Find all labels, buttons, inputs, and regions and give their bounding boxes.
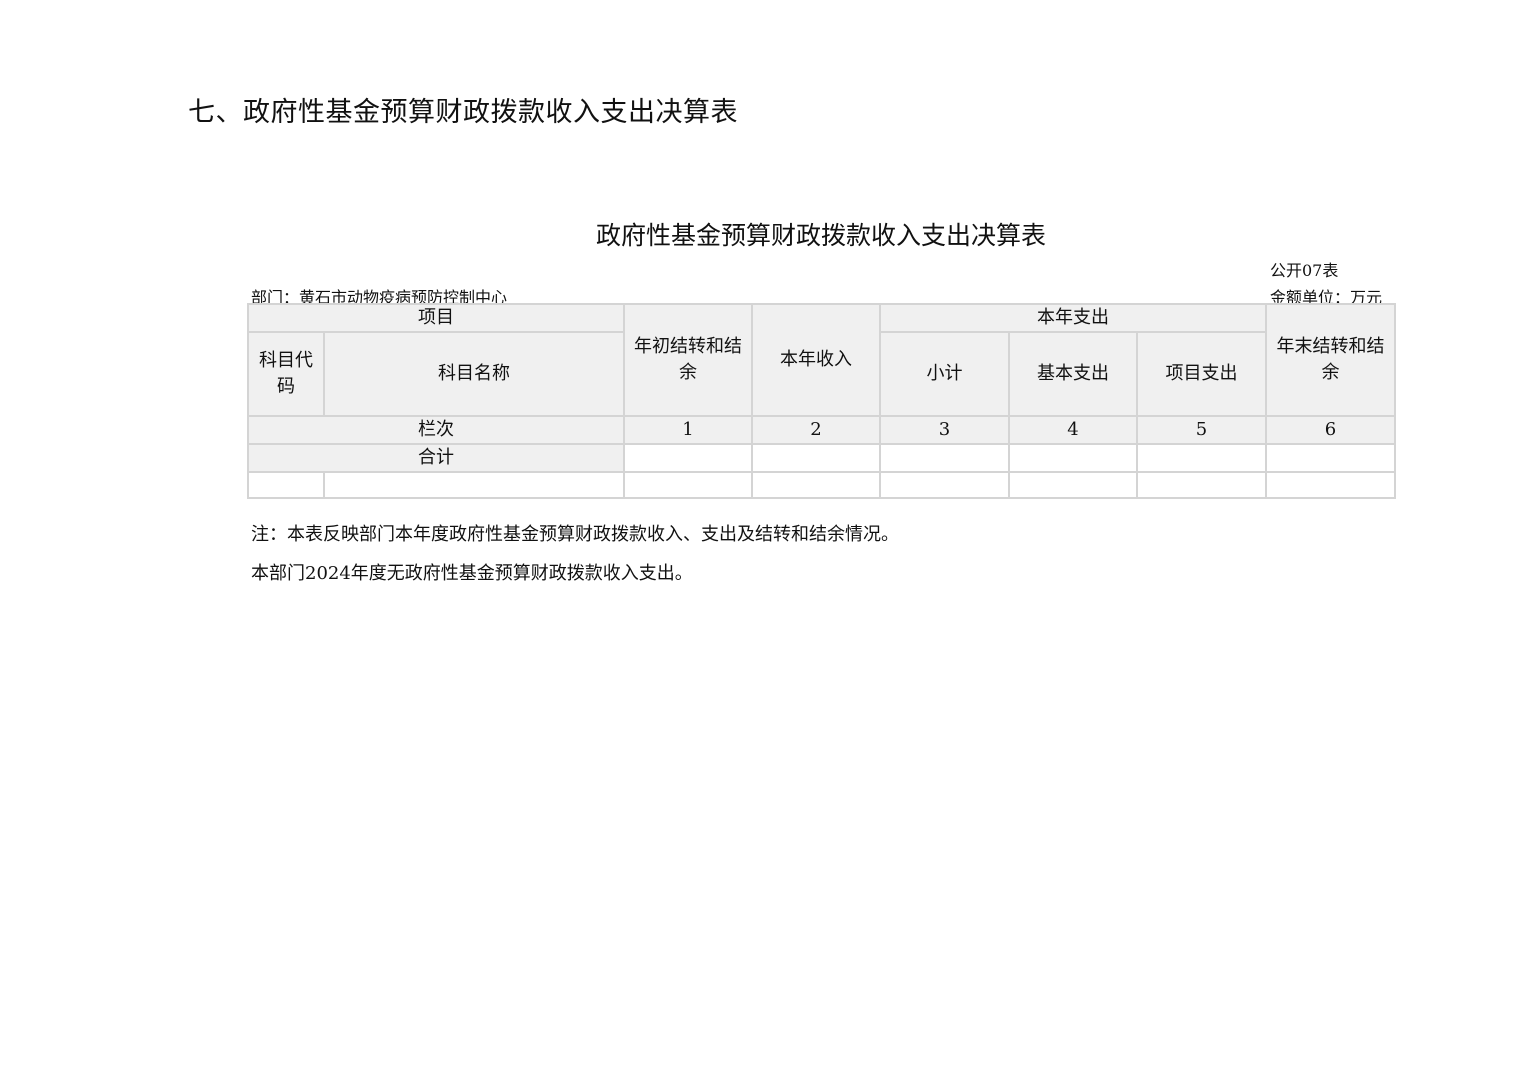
header-closing-balance: 年末结转和结余 xyxy=(1265,303,1397,417)
header-project: 项目 xyxy=(247,303,625,333)
column-number: 5 xyxy=(1135,415,1268,445)
column-number-label: 栏次 xyxy=(247,415,625,445)
empty-cell xyxy=(1135,471,1268,499)
table-note: 注：本表反映部门本年度政府性基金预算财政拨款收入、支出及结转和结余情况。 xyxy=(251,524,899,545)
empty-cell xyxy=(751,471,881,499)
total-cell xyxy=(751,443,881,473)
total-cell xyxy=(1265,443,1397,473)
header-project-expense: 项目支出 xyxy=(1135,331,1268,417)
header-basic-expense: 基本支出 xyxy=(1008,331,1138,417)
total-cell xyxy=(879,443,1010,473)
no-data-note: 本部门2024年度无政府性基金预算财政拨款收入支出。 xyxy=(251,563,693,584)
header-subject-name: 科目名称 xyxy=(323,331,625,417)
column-number: 4 xyxy=(1008,415,1138,445)
header-current-income: 本年收入 xyxy=(751,303,881,417)
column-number: 2 xyxy=(751,415,881,445)
section-heading: 七、政府性基金预算财政拨款收入支出决算表 xyxy=(188,97,738,128)
total-label: 合计 xyxy=(247,443,625,473)
column-number: 6 xyxy=(1265,415,1397,445)
total-cell xyxy=(1135,443,1268,473)
header-current-expense: 本年支出 xyxy=(878,303,1268,333)
empty-cell xyxy=(1008,471,1138,499)
header-subject-code: 科目代码 xyxy=(247,331,325,417)
empty-data-row xyxy=(247,471,1397,499)
budget-table: 项目 年初结转和结余 本年收入 本年支出 年末结转和结余 科目代码 科目名称 小… xyxy=(247,303,1397,499)
empty-cell xyxy=(1265,471,1397,499)
empty-cell xyxy=(323,471,625,499)
empty-cell xyxy=(879,471,1010,499)
header-subtotal: 小计 xyxy=(879,331,1010,417)
column-number: 3 xyxy=(879,415,1010,445)
header-row-1: 项目 年初结转和结余 本年收入 本年支出 年末结转和结余 xyxy=(247,303,1397,417)
column-number: 1 xyxy=(623,415,753,445)
table-title: 政府性基金预算财政拨款收入支出决算表 xyxy=(595,221,1046,250)
empty-cell xyxy=(623,471,753,499)
total-cell xyxy=(1008,443,1138,473)
total-row: 合计 xyxy=(247,443,1397,473)
empty-cell xyxy=(247,471,325,499)
column-number-row: 栏次 1 2 3 4 5 6 xyxy=(247,415,1397,445)
form-code: 公开07表 xyxy=(1270,261,1339,280)
header-opening-balance: 年初结转和结余 xyxy=(623,303,753,417)
total-cell xyxy=(623,443,753,473)
